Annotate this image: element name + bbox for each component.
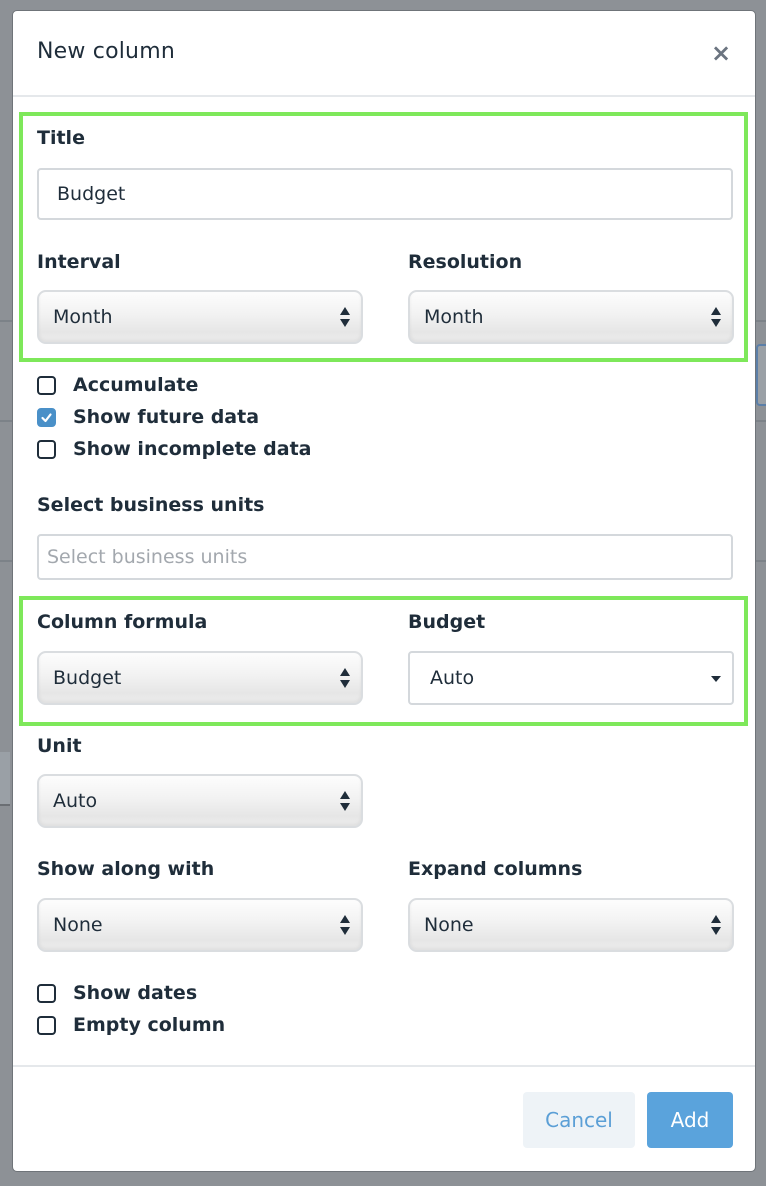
checkbox-label: Empty column bbox=[73, 1014, 226, 1036]
updown-arrows-icon bbox=[711, 307, 721, 327]
add-button[interactable]: Add bbox=[647, 1092, 733, 1148]
interval-select[interactable]: Month bbox=[37, 290, 363, 344]
budget-select-value: Auto bbox=[430, 667, 475, 689]
column-formula-select[interactable]: Budget bbox=[37, 651, 363, 705]
cancel-button[interactable]: Cancel bbox=[523, 1092, 635, 1148]
updown-arrows-icon bbox=[340, 915, 350, 935]
title-input[interactable] bbox=[37, 168, 733, 220]
checkbox-label: Show dates bbox=[73, 982, 198, 1004]
show-along-with-select[interactable]: None bbox=[37, 898, 363, 952]
updown-arrows-icon bbox=[340, 307, 350, 327]
expand-columns-label: Expand columns bbox=[408, 858, 583, 880]
budget-select[interactable]: Auto bbox=[408, 651, 734, 705]
checkbox-box[interactable] bbox=[37, 984, 56, 1003]
chevron-down-icon bbox=[711, 676, 721, 682]
checkbox-label: Show incomplete data bbox=[73, 438, 312, 460]
resolution-select-value: Month bbox=[424, 306, 484, 328]
updown-arrows-icon bbox=[711, 915, 721, 935]
footer-divider bbox=[13, 1065, 755, 1067]
background-tab bbox=[756, 344, 766, 406]
checkbox-label: Show future data bbox=[73, 406, 260, 428]
background-tab bbox=[0, 752, 10, 806]
column-formula-label: Column formula bbox=[37, 611, 208, 633]
expand-columns-select[interactable]: None bbox=[408, 898, 734, 952]
unit-label: Unit bbox=[37, 735, 82, 757]
checkbox-label: Accumulate bbox=[73, 374, 199, 396]
column-formula-select-value: Budget bbox=[53, 667, 122, 689]
close-icon[interactable]: × bbox=[711, 41, 731, 65]
budget-label: Budget bbox=[408, 611, 486, 633]
resolution-select[interactable]: Month bbox=[408, 290, 734, 344]
checkbox-box[interactable] bbox=[37, 440, 56, 459]
interval-label: Interval bbox=[37, 251, 121, 273]
checkbox-box-checked[interactable] bbox=[37, 408, 56, 427]
dialog-header: New column × bbox=[13, 11, 755, 97]
resolution-label: Resolution bbox=[408, 251, 523, 273]
business-units-input[interactable]: Select business units bbox=[37, 534, 733, 580]
unit-select-value: Auto bbox=[53, 790, 98, 812]
new-column-dialog: New column × Title Interval Month Resolu… bbox=[12, 10, 756, 1172]
dialog-title: New column bbox=[37, 39, 175, 64]
expand-columns-select-value: None bbox=[424, 914, 474, 936]
checkbox-box[interactable] bbox=[37, 376, 56, 395]
unit-select[interactable]: Auto bbox=[37, 774, 363, 828]
interval-select-value: Month bbox=[53, 306, 113, 328]
updown-arrows-icon bbox=[340, 668, 350, 688]
checkbox-box[interactable] bbox=[37, 1016, 56, 1035]
show-along-with-label: Show along with bbox=[37, 858, 215, 880]
title-label: Title bbox=[37, 127, 85, 149]
business-units-label: Select business units bbox=[37, 494, 265, 516]
checkmark-icon bbox=[41, 413, 52, 423]
updown-arrows-icon bbox=[340, 791, 350, 811]
show-along-with-select-value: None bbox=[53, 914, 103, 936]
